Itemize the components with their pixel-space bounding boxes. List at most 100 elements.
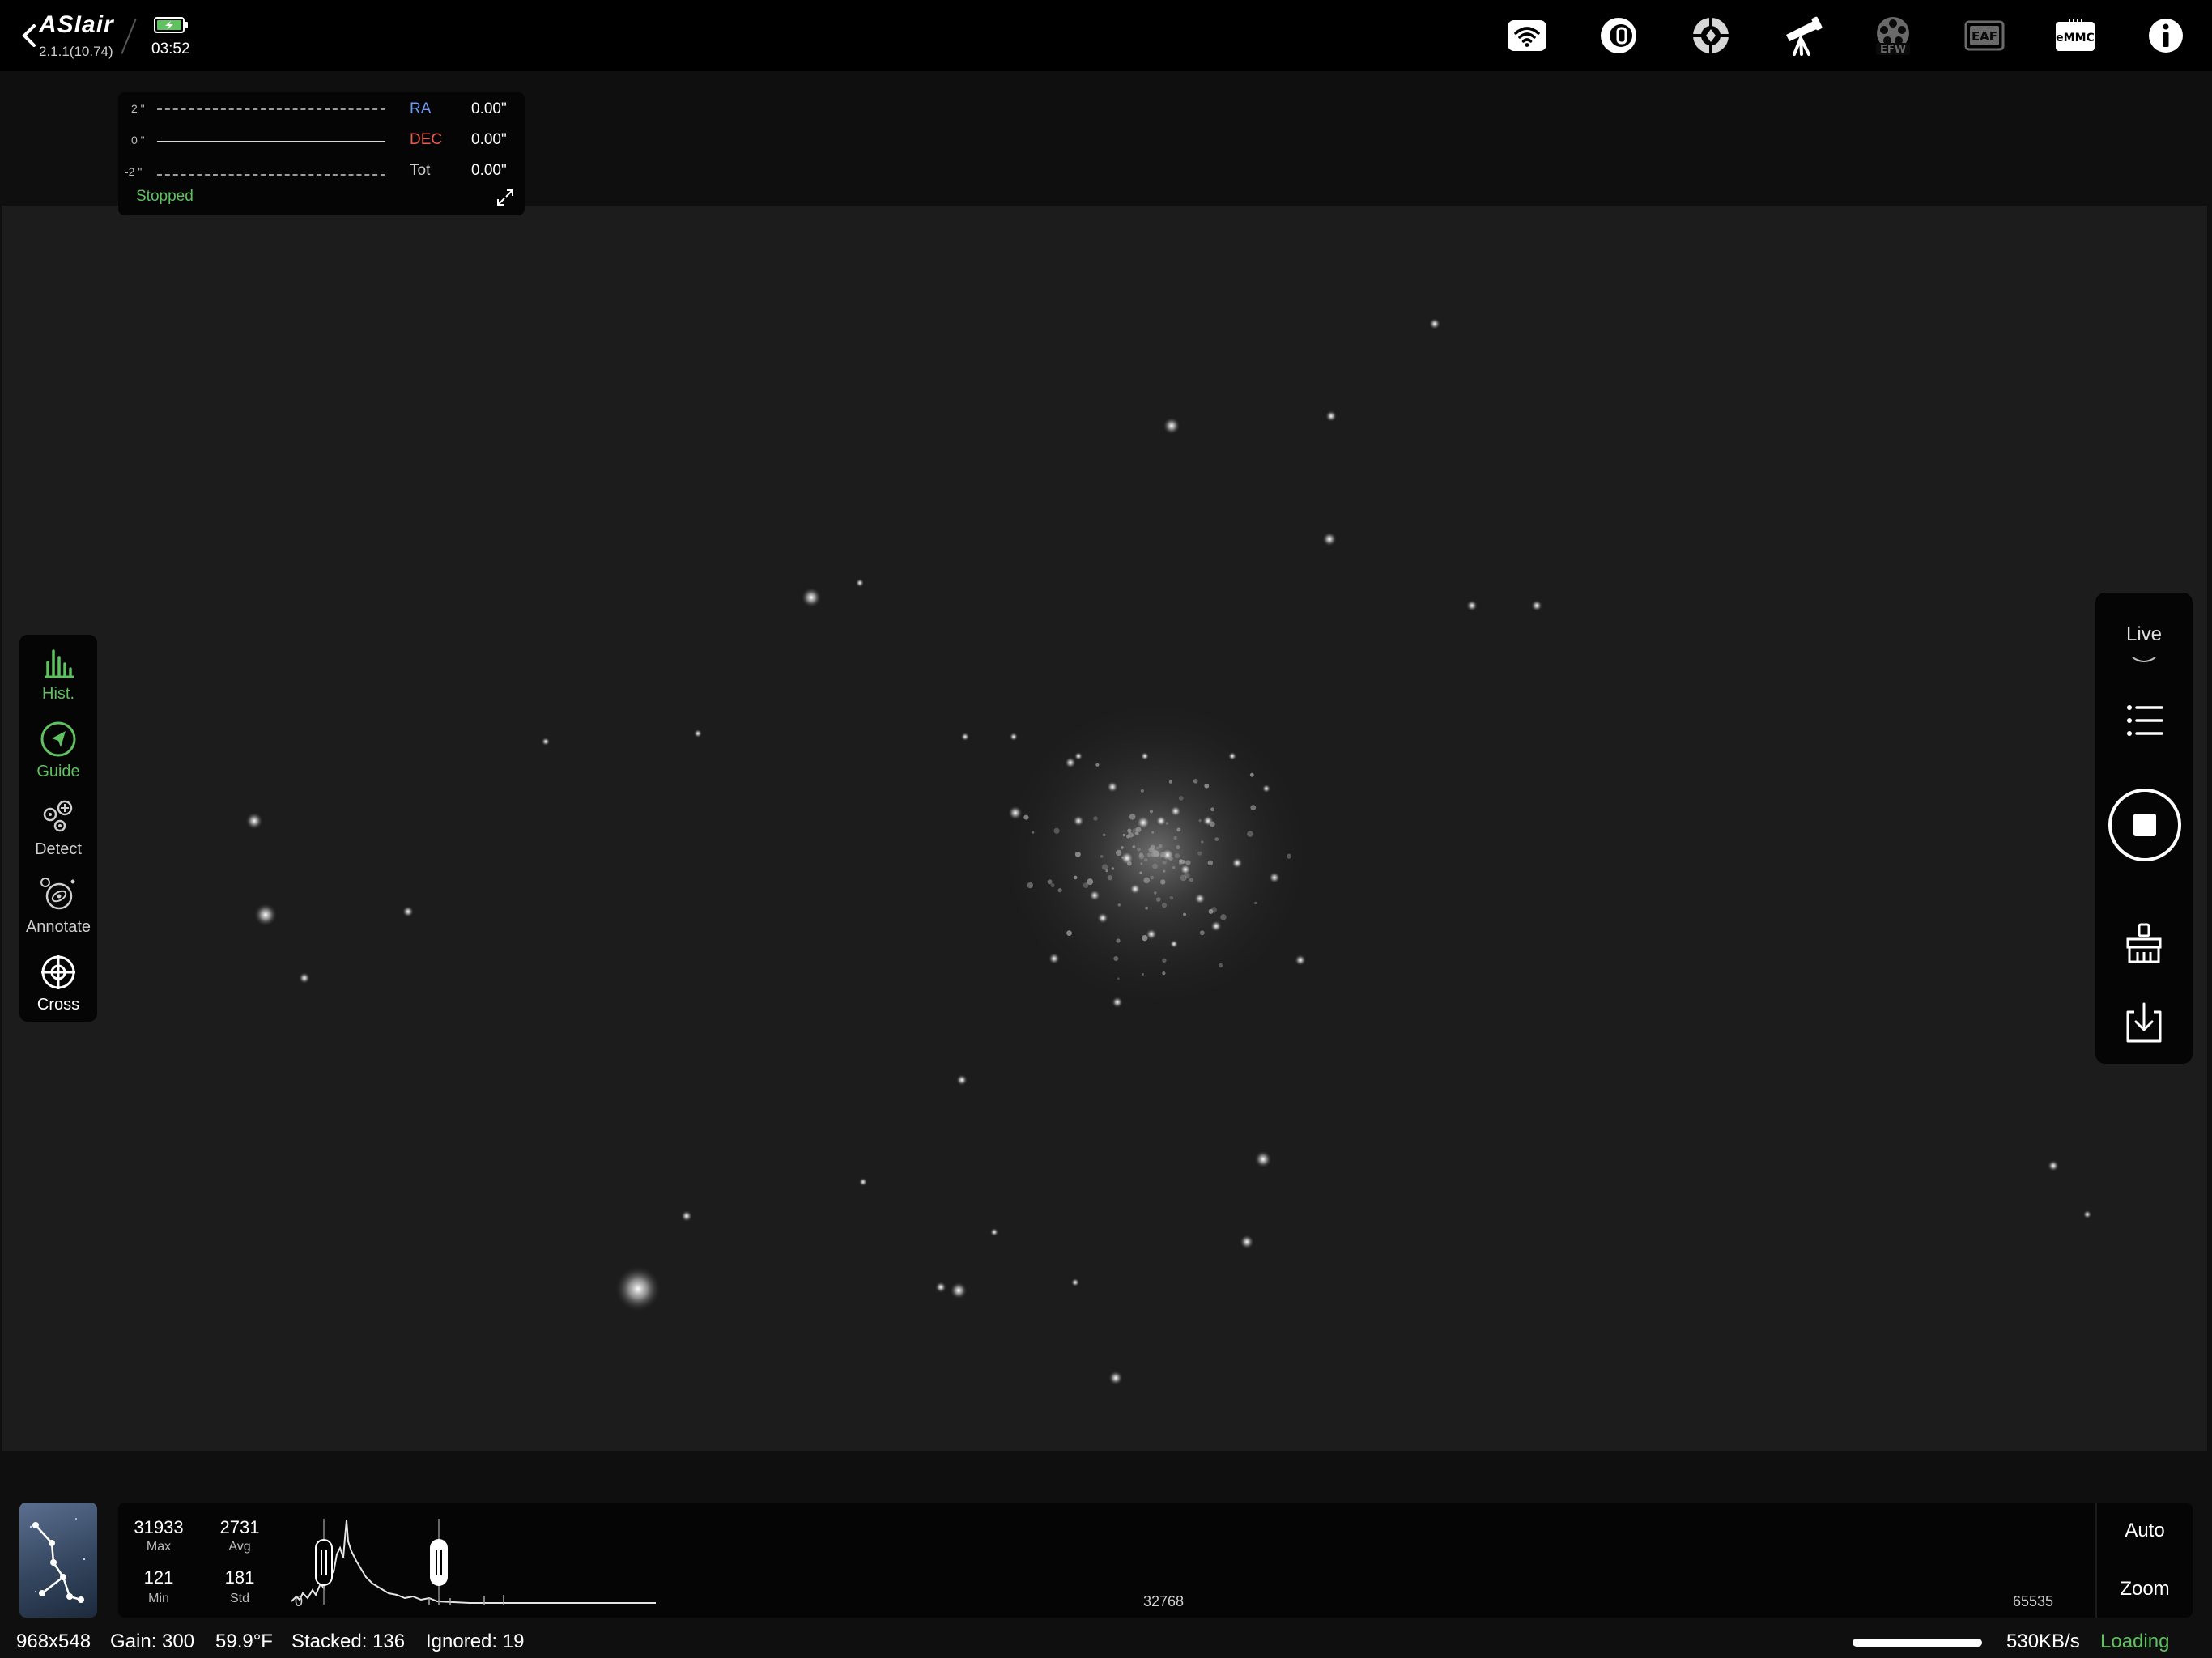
star (1261, 784, 1271, 793)
cluster-star (1129, 814, 1136, 820)
tool-guide-label: Guide (36, 763, 80, 780)
cluster-star (1176, 827, 1181, 832)
star (1240, 1235, 1254, 1249)
cluster-star (1162, 958, 1167, 963)
cluster-star (1111, 867, 1115, 870)
live-image-view[interactable] (2, 206, 2207, 1451)
cluster-star (1162, 971, 1166, 976)
guide-scope-icon[interactable] (1687, 11, 1735, 60)
star (1428, 317, 1441, 330)
chevron-down-icon[interactable] (2131, 654, 2157, 667)
expand-icon[interactable] (496, 188, 515, 207)
left-tool-panel: Hist. Guide Detect Annotate Cross (19, 635, 97, 1022)
star (1108, 1371, 1123, 1385)
cluster-star (1115, 849, 1122, 857)
cluster-star (1220, 914, 1227, 920)
cluster-star (1209, 821, 1215, 827)
stat-min-label: Min (148, 1592, 169, 1605)
tool-histogram-label: Hist. (42, 685, 74, 703)
star (1074, 751, 1083, 761)
cluster-star (1031, 831, 1035, 834)
info-icon[interactable] (2142, 11, 2190, 60)
guide-gridline-top (157, 108, 385, 110)
cluster-star (1107, 875, 1113, 881)
star (1254, 1150, 1272, 1168)
star (1163, 417, 1180, 435)
cluster-star (1193, 779, 1198, 784)
cluster-star (1254, 901, 1257, 905)
star (402, 905, 415, 918)
cluster-star (1184, 873, 1190, 878)
cluster-star (1152, 863, 1158, 869)
temperature-readout: 59.9°F (215, 1630, 273, 1652)
cluster-star (1163, 869, 1166, 873)
cluster-star (1182, 912, 1187, 916)
auto-stretch-button[interactable]: Auto (2097, 1503, 2193, 1559)
tool-histogram[interactable]: Hist. (19, 641, 97, 716)
guide-status: Stopped (136, 188, 194, 205)
star (1070, 1278, 1080, 1287)
tool-annotate[interactable]: Annotate (19, 874, 97, 949)
star (960, 732, 970, 742)
camera-icon[interactable] (1594, 11, 1643, 60)
stop-button[interactable] (2108, 789, 2181, 861)
cluster-star (1145, 906, 1148, 910)
cluster-star (1169, 852, 1172, 857)
cluster-star (1151, 831, 1155, 834)
histogram-icon (45, 649, 74, 678)
header-divider (121, 19, 137, 54)
emmc-icon[interactable]: eMMC (2051, 11, 2099, 60)
dec-label: DEC (410, 131, 443, 148)
target-thumbnail[interactable] (19, 1503, 97, 1618)
efw-icon[interactable]: EFW (1869, 11, 1917, 60)
cluster-star (1201, 840, 1204, 844)
cluster-star (1148, 847, 1154, 853)
eaf-icon[interactable]: EAF (1960, 11, 2009, 60)
cluster-star (1178, 859, 1183, 863)
clear-brush-icon[interactable] (2120, 920, 2168, 968)
star (950, 1282, 968, 1299)
tool-guide[interactable]: Guide (19, 719, 97, 793)
star (1530, 599, 1543, 612)
star (1129, 882, 1142, 895)
tot-value: 0.00" (471, 162, 507, 179)
cluster-star (1197, 851, 1202, 856)
tool-detect[interactable]: Detect (19, 797, 97, 871)
cluster-star (1137, 847, 1141, 852)
cluster-star (1093, 816, 1098, 821)
guide-baseline (157, 141, 385, 142)
star (1111, 996, 1124, 1009)
guide-icon (40, 721, 76, 757)
cluster-star (1140, 789, 1145, 793)
cluster-star (1159, 854, 1163, 858)
star (298, 971, 311, 984)
list-icon[interactable] (2120, 696, 2168, 745)
cluster-star (1139, 871, 1142, 874)
save-download-icon[interactable] (2120, 999, 2168, 1048)
cluster-star (1154, 891, 1157, 895)
clock: 03:52 (151, 40, 190, 57)
histogram-graph[interactable] (291, 1519, 656, 1605)
emmc-label: eMMC (2056, 32, 2095, 45)
guide-graph-panel[interactable]: 2 " 0 " -2 " RA 0.00" DEC 0.00" Tot 0.00… (118, 92, 525, 215)
back-arrow-icon[interactable] (18, 21, 40, 50)
cluster-star (1149, 810, 1154, 814)
guide-gridline-bottom (157, 174, 385, 176)
efw-label: EFW (1880, 44, 1906, 56)
cluster-star (1161, 903, 1167, 908)
cluster-star (1122, 833, 1126, 837)
cluster-star (1113, 956, 1119, 962)
tool-crosshair[interactable]: Cross (19, 952, 97, 1027)
cluster-star (1073, 875, 1078, 880)
cluster-star (1047, 879, 1053, 885)
star (801, 587, 822, 608)
telescope-mount-icon[interactable] (1777, 11, 1826, 60)
star (680, 1209, 693, 1222)
cluster-star (1132, 845, 1136, 848)
zoom-button[interactable]: Zoom (2097, 1561, 2193, 1618)
cluster-star (1146, 852, 1152, 857)
wifi-icon[interactable] (1503, 11, 1551, 60)
loading-status: Loading (2100, 1630, 2170, 1652)
mode-selector[interactable]: Live (2095, 623, 2193, 646)
stat-avg: 2731 (219, 1517, 260, 1537)
